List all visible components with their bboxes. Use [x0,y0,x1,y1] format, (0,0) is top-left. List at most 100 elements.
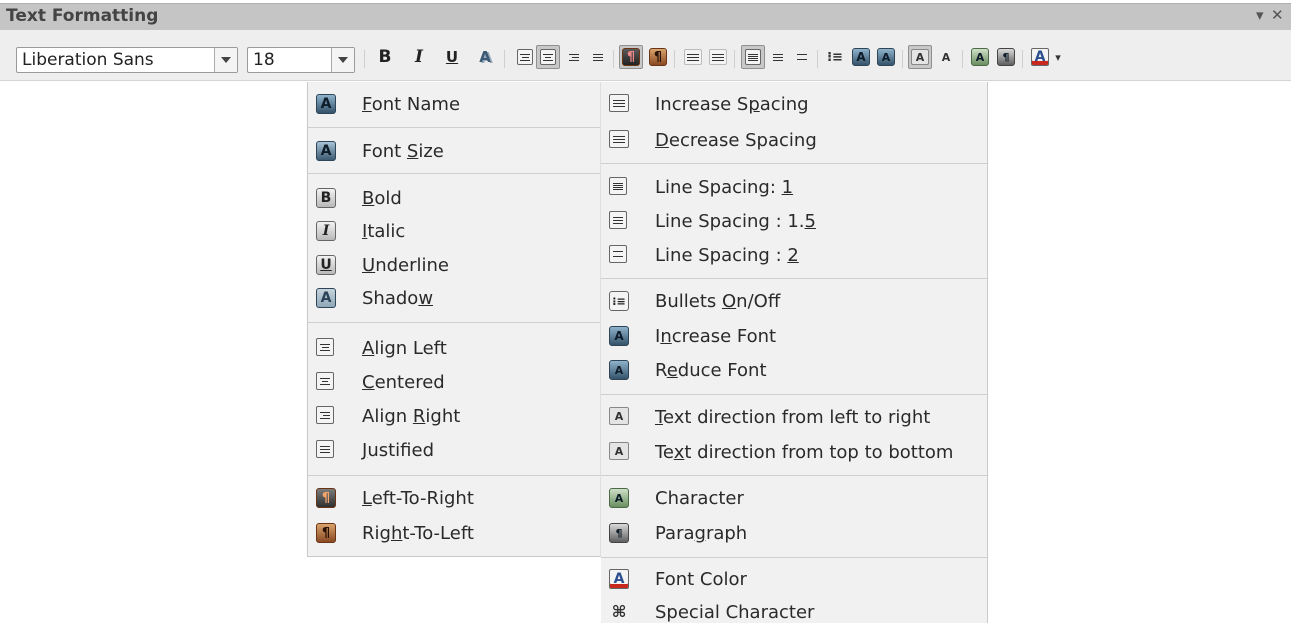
menu-item-decrease-spacing[interactable]: Decrease Spacing [601,124,987,156]
bold-button[interactable]: B [373,45,397,69]
menu-item-label: Reduce Font [655,360,767,381]
character-button[interactable]: A [968,45,992,69]
menu-item-label: Font Color [655,569,747,590]
menu-item-underline[interactable]: U Underline [308,249,600,281]
menu-item-paragraph[interactable]: ¶ Paragraph [601,517,987,549]
toolbar-menu-dropdown-icon[interactable]: ▾ [1256,6,1264,24]
font-name-icon: A [316,94,336,114]
text-direction-ltr-button[interactable]: A [908,45,932,69]
menu-item-bold[interactable]: B Bold [308,182,600,214]
justify-icon [590,49,606,65]
align-center-button[interactable] [536,45,560,69]
menu-item-right-to-left[interactable]: ¶ Right-To-Left [308,517,600,549]
menu-item-label: Line Spacing: 1 [655,177,794,198]
line-spacing-2-button[interactable] [790,45,814,69]
align-center-icon [540,49,556,65]
menu-item-label: Font Size [362,141,444,162]
toolbar-separator [504,50,505,68]
justify-button[interactable] [586,45,610,69]
menu-item-label: Increase Spacing [655,94,809,115]
menu-item-align-right[interactable]: Align Right [308,400,600,432]
menu-separator [601,475,987,476]
menu-item-centered[interactable]: Centered [308,366,600,398]
font-size-dropdown-button[interactable] [331,48,354,72]
menu-item-text-direction-ttb[interactable]: A Text direction from top to bottom [601,436,987,468]
text-formatting-toolbar: Text Formatting ▾ ✕ Liberation Sans 18 B… [0,0,1291,82]
paragraph-button[interactable]: ¶ [994,45,1018,69]
font-name-value[interactable]: Liberation Sans [22,50,154,70]
increase-spacing-button[interactable] [681,45,705,69]
menu-item-label: Right-To-Left [362,523,474,544]
menu-separator [601,163,987,164]
underline-button[interactable]: U [440,45,464,69]
close-icon[interactable]: ✕ [1271,6,1284,24]
menu-item-reduce-font[interactable]: A Reduce Font [601,354,987,386]
bullets-button[interactable]: ⁝≡ [823,45,847,69]
paragraph-icon: ¶ [609,523,629,543]
menu-item-left-to-right[interactable]: ¶ Left-To-Right [308,482,600,514]
menu-item-bullets[interactable]: ⁝≡ Bullets On/Off [601,285,987,317]
menu-item-special-character[interactable]: ⌘ Special Character [601,596,987,628]
align-right-icon [566,49,582,65]
shadow-icon: A [479,48,491,66]
toolbar-separator [364,50,365,68]
menu-item-line-spacing-2[interactable]: Line Spacing : 2 [601,239,987,271]
menu-item-font-name[interactable]: A Font Name [308,88,600,120]
line-spacing-1-button[interactable] [741,45,765,69]
menu-item-text-direction-ltr[interactable]: A Text direction from left to right [601,401,987,433]
menu-item-label: Line Spacing : 2 [655,245,799,266]
font-color-dropdown-button[interactable]: ▾ [1051,45,1065,69]
menu-item-line-spacing-1-5[interactable]: Line Spacing : 1.5 [601,205,987,237]
toolbar-separator [613,50,614,68]
toolbar-separator [674,50,675,68]
menu-item-shadow[interactable]: A Shadow [308,282,600,314]
left-to-right-button[interactable]: ¶ [619,45,643,69]
line-spacing-1-icon [609,177,627,195]
font-name-combobox[interactable]: Liberation Sans [16,47,238,73]
right-to-left-button[interactable]: ¶ [646,45,670,69]
italic-icon: I [316,221,336,241]
right-to-left-icon: ¶ [316,523,336,543]
italic-button[interactable]: I [407,45,431,69]
line-spacing-1-icon [745,49,761,65]
font-color-button[interactable]: A [1028,45,1052,69]
line-spacing-1-5-icon [609,211,627,229]
toolbar-customize-menu: A Font Name A Font Size B Bold I Italic … [307,82,988,623]
line-spacing-1-5-button[interactable] [766,45,790,69]
menu-separator [601,557,987,558]
align-right-button[interactable] [562,45,586,69]
text-direction-ltr-icon: A [609,407,629,425]
font-size-value[interactable]: 18 [253,50,275,70]
align-left-button[interactable] [513,45,537,69]
text-direction-ttb-icon: A [937,49,955,65]
menu-separator [601,394,987,395]
menu-item-increase-spacing[interactable]: Increase Spacing [601,88,987,120]
align-center-icon [316,372,334,390]
underline-icon: U [445,48,459,66]
line-spacing-2-icon [609,245,627,263]
line-spacing-1-5-icon [770,49,786,65]
reduce-font-button[interactable]: A [874,45,898,69]
menu-item-character[interactable]: A Character [601,482,987,514]
increase-font-button[interactable]: A [849,45,873,69]
text-direction-ttb-button[interactable]: A [934,45,958,69]
font-name-dropdown-button[interactable] [214,48,237,72]
menu-item-justified[interactable]: Justified [308,434,600,466]
menu-item-italic[interactable]: I Italic [308,215,600,247]
menu-item-font-size[interactable]: A Font Size [308,135,600,167]
decrease-spacing-button[interactable] [706,45,730,69]
menu-item-label: Text direction from left to right [655,407,931,428]
menu-item-label: Text direction from top to bottom [655,442,954,463]
shadow-icon: A [316,288,336,308]
increase-font-icon: A [609,326,629,346]
justify-icon [316,440,334,458]
font-size-combobox[interactable]: 18 [247,47,355,73]
bullets-icon: ⁝≡ [609,291,629,311]
menu-item-label: Italic [362,221,406,242]
increase-spacing-icon [609,94,629,112]
shadow-button[interactable]: A [473,45,497,69]
menu-item-align-left[interactable]: Align Left [308,332,600,364]
menu-item-increase-font[interactable]: A Increase Font [601,320,987,352]
menu-item-line-spacing-1[interactable]: Line Spacing: 1 [601,171,987,203]
menu-item-font-color[interactable]: A Font Color [601,563,987,595]
